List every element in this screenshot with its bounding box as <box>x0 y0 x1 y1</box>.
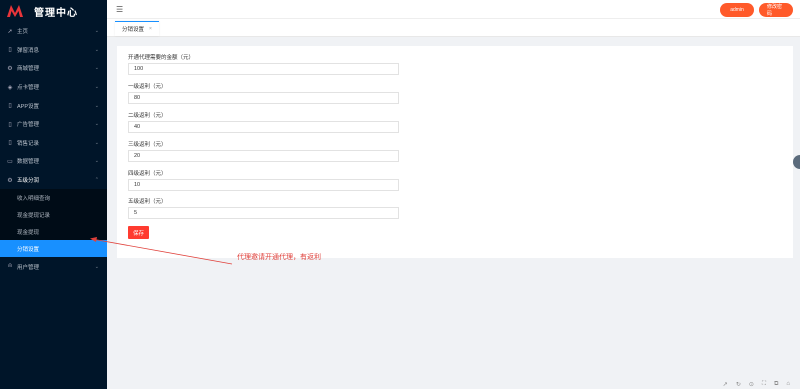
change-password-button[interactable]: 修改密码 <box>759 3 793 17</box>
tab-label: 分销设置 <box>122 27 145 33</box>
field-level3-rebate: 三级返利（元） 20 <box>128 141 399 162</box>
chevron-down-icon: ⌄ <box>94 84 99 91</box>
close-icon[interactable]: × <box>149 26 152 32</box>
sub-item-income-query[interactable]: 收入明细查询 <box>0 189 107 206</box>
gear-icon: ⚙ <box>7 177 13 184</box>
field-level2-rebate: 二级返利（元） 40 <box>128 112 399 133</box>
copy-icon[interactable]: ⧉ <box>774 381 778 388</box>
field-label: 四级返利（元） <box>128 171 167 177</box>
sidebar-item-label: 销售记录 <box>17 140 40 147</box>
annotation-text: 代理邀请开通代理，有返利 <box>237 253 321 261</box>
sub-item-withdraw-records[interactable]: 现金提现记录 <box>0 206 107 223</box>
chevron-down-icon: ⌄ <box>94 139 99 146</box>
user-icon: ⍝ <box>8 263 12 270</box>
logo-icon <box>7 5 23 17</box>
chevron-down-icon: ⌄ <box>94 263 99 270</box>
field-label: 一级返利（元） <box>128 84 167 90</box>
sidebar-item-card-management[interactable]: ◈ 点卡管理 ⌄ <box>0 78 107 97</box>
sub-item-label: 现金提现记录 <box>17 212 51 219</box>
level5-rebate-input[interactable]: 5 <box>128 207 399 219</box>
sidebar-item-label: 广告管理 <box>17 122 40 129</box>
field-level5-rebate: 五级返利（元） 5 <box>128 198 399 219</box>
sidebar-item-home[interactable]: ➚ 主页 ⌄ <box>0 22 107 41</box>
phone-icon: ▯ <box>8 103 12 110</box>
sidebar-item-label: 商城管理 <box>17 66 40 73</box>
tab-bar: 分销设置 × <box>107 19 800 37</box>
sidebar-item-data-management[interactable]: ▭ 数据管理 ⌄ <box>0 152 107 171</box>
chevron-down-icon: ⌄ <box>94 28 99 35</box>
gear-icon: ⚙ <box>7 65 13 72</box>
sidebar-item-mall-management[interactable]: ⚙ 商城管理 ⌄ <box>0 59 107 78</box>
sub-item-distribution-settings[interactable]: 分销设置 <box>0 240 107 258</box>
phone-icon: ▯ <box>8 121 12 128</box>
monitor-icon: ▭ <box>7 158 13 165</box>
field-label: 三级返利（元） <box>128 142 167 148</box>
field-agent-fee: 开通代理需要的金额（元） 100 <box>128 54 399 75</box>
sidebar-item-label: 五级分润 <box>17 178 40 185</box>
sidebar-item-five-level-profit[interactable]: ⚙ 五级分润 ⌃ <box>0 171 107 190</box>
shield-icon: ◈ <box>7 84 13 91</box>
phone-icon: ▯ <box>8 47 12 54</box>
footer-toolbar: ↗ ↻ ⊙ ⛶ ⧉ ⌂ <box>723 381 790 388</box>
phone-icon: ▯ <box>8 140 12 147</box>
target-icon[interactable]: ⊙ <box>749 381 754 388</box>
field-level1-rebate: 一级返利（元） 80 <box>128 83 399 104</box>
tab-distribution-settings[interactable]: 分销设置 × <box>115 21 159 36</box>
level1-rebate-input[interactable]: 80 <box>128 92 399 104</box>
sidebar-item-ad-management[interactable]: ▯ 广告管理 ⌄ <box>0 115 107 134</box>
chevron-down-icon: ⌄ <box>94 102 99 109</box>
sidebar-item-user-management[interactable]: ⍝ 用户管理 ⌄ <box>0 257 107 276</box>
sub-item-label: 分销设置 <box>17 246 40 253</box>
level3-rebate-input[interactable]: 20 <box>128 150 399 162</box>
sub-item-label: 收入明细查询 <box>17 195 51 202</box>
sidebar-item-label: 弹窗消息 <box>17 47 40 54</box>
field-level4-rebate: 四级返利（元） 10 <box>128 170 399 191</box>
sub-item-label: 现金提现 <box>17 229 40 236</box>
field-label: 五级返利（元） <box>128 199 167 205</box>
chevron-down-icon: ⌄ <box>94 158 99 165</box>
brand-title: 管理中心 <box>34 7 78 19</box>
menu-toggle-icon[interactable]: ☰ <box>116 5 123 14</box>
user-button[interactable]: admin <box>720 3 754 17</box>
topbar: ☰ admin 修改密码 <box>107 0 800 19</box>
brand[interactable]: 管理中心 <box>0 0 107 22</box>
sidebar-item-label: 点卡管理 <box>17 85 40 92</box>
sidebar-item-label: APP设置 <box>17 103 40 110</box>
chevron-down-icon: ⌄ <box>94 46 99 53</box>
level4-rebate-input[interactable]: 10 <box>128 179 399 191</box>
sidebar-item-label: 用户管理 <box>17 264 40 271</box>
sidebar-item-sales-records[interactable]: ▯ 销售记录 ⌄ <box>0 134 107 153</box>
side-handle[interactable] <box>793 155 800 169</box>
chevron-up-icon: ⌃ <box>94 177 99 184</box>
fullscreen-icon[interactable]: ⛶ <box>762 381 766 388</box>
agent-fee-input[interactable]: 100 <box>128 63 399 75</box>
sub-item-withdraw[interactable]: 现金提现 <box>0 223 107 240</box>
share-icon[interactable]: ↗ <box>723 381 728 388</box>
settings-form: 开通代理需要的金额（元） 100 一级返利（元） 80 二级返利（元） 40 三… <box>117 46 793 258</box>
submenu-profit: 收入明细查询 现金提现记录 现金提现 分销设置 <box>0 189 107 258</box>
sidebar-item-label: 主页 <box>17 29 29 36</box>
sidebar-item-app-settings[interactable]: ▯ APP设置 ⌄ <box>0 96 107 115</box>
home-icon[interactable]: ⌂ <box>786 381 790 388</box>
refresh-icon[interactable]: ↻ <box>736 381 741 388</box>
chevron-down-icon: ⌄ <box>94 65 99 72</box>
send-icon: ➚ <box>7 28 13 35</box>
level2-rebate-input[interactable]: 40 <box>128 121 399 133</box>
field-label: 开通代理需要的金额（元） <box>128 55 195 61</box>
field-label: 二级返利（元） <box>128 113 167 119</box>
save-button[interactable]: 保存 <box>128 226 149 239</box>
sidebar-item-popup-messages[interactable]: ▯ 弹窗消息 ⌄ <box>0 41 107 60</box>
chevron-down-icon: ⌄ <box>94 121 99 128</box>
sidebar: 管理中心 ➚ 主页 ⌄ ▯ 弹窗消息 ⌄ ⚙ 商城管理 ⌄ ◈ 点卡管理 ⌄ ▯ APP设置 ⌄ ▯ 广告管理 ⌄… <box>0 0 107 389</box>
sidebar-item-label: 数据管理 <box>17 159 40 166</box>
